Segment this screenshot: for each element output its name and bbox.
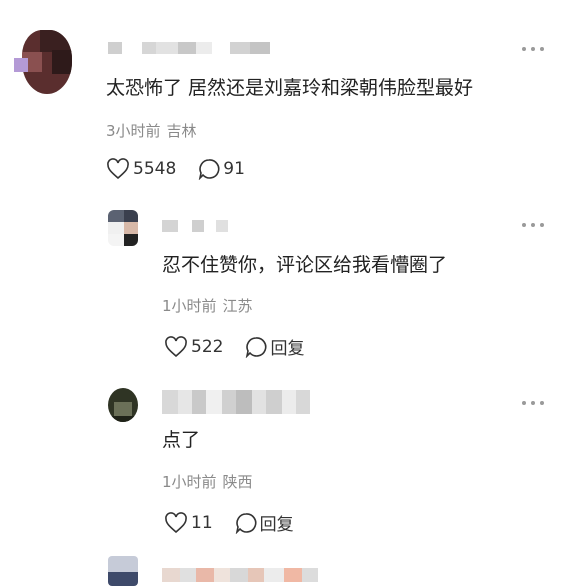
heart-icon [165,335,187,357]
comment-bubble-icon [235,512,257,534]
heart-icon [165,511,187,533]
comment-location: 陕西 [222,473,253,491]
heart-icon [107,158,129,180]
comment-actions: 11 回复 [164,510,294,535]
reply-button[interactable]: 回复 [235,510,294,535]
comment-text: 点了 [162,429,201,451]
reply-label: 回复 [270,339,305,359]
username-blurred [162,390,310,414]
comment-meta: 1小时前 江苏 [162,296,253,316]
comment-location: 吉林 [166,122,197,140]
comment-bubble-icon [246,336,267,358]
like-button[interactable]: 522 [164,335,224,358]
avatar[interactable] [22,30,72,94]
reply-item-partial [0,550,576,586]
comment-bubble-icon [199,159,220,180]
avatar-badge [14,58,28,72]
reply-button[interactable]: 回复 [245,334,304,359]
more-options-icon[interactable] [522,400,544,406]
reply-count: 91 [223,159,245,179]
comment-actions: 522 回复 [164,334,304,359]
username-blurred [108,42,270,54]
comment-item: 太恐怖了 居然还是刘嘉玲和梁朝伟脸型最好 3小时前 吉林 5548 91 [0,0,576,200]
like-button[interactable]: 5548 [106,158,176,180]
avatar[interactable] [108,388,138,422]
like-count: 522 [191,336,224,357]
comment-text: 太恐怖了 居然还是刘嘉玲和梁朝伟脸型最好 [106,77,474,99]
comment-location: 江苏 [222,297,253,315]
avatar[interactable] [108,210,138,246]
like-button[interactable]: 11 [164,511,213,534]
comment-time: 1小时前 [162,473,217,491]
like-count: 11 [191,512,213,533]
reply-item: 忍不住赞你，评论区给我看懵圈了 1小时前 江苏 522 回复 [0,200,576,380]
reply-item: 点了 1小时前 陕西 11 回复 [0,380,576,550]
comment-meta: 1小时前 陕西 [162,472,253,492]
comment-meta: 3小时前 吉林 [106,121,197,141]
username-blurred [162,568,318,582]
reply-label: 回复 [259,515,294,535]
reply-button[interactable]: 91 [198,158,245,180]
more-options-icon[interactable] [522,222,544,228]
like-count: 5548 [133,159,177,179]
comment-text: 忍不住赞你，评论区给我看懵圈了 [162,254,448,276]
comment-time: 3小时前 [106,122,161,140]
comment-time: 1小时前 [162,297,217,315]
more-options-icon[interactable] [522,46,544,52]
username-blurred [162,220,228,232]
comment-actions: 5548 91 [106,158,245,180]
